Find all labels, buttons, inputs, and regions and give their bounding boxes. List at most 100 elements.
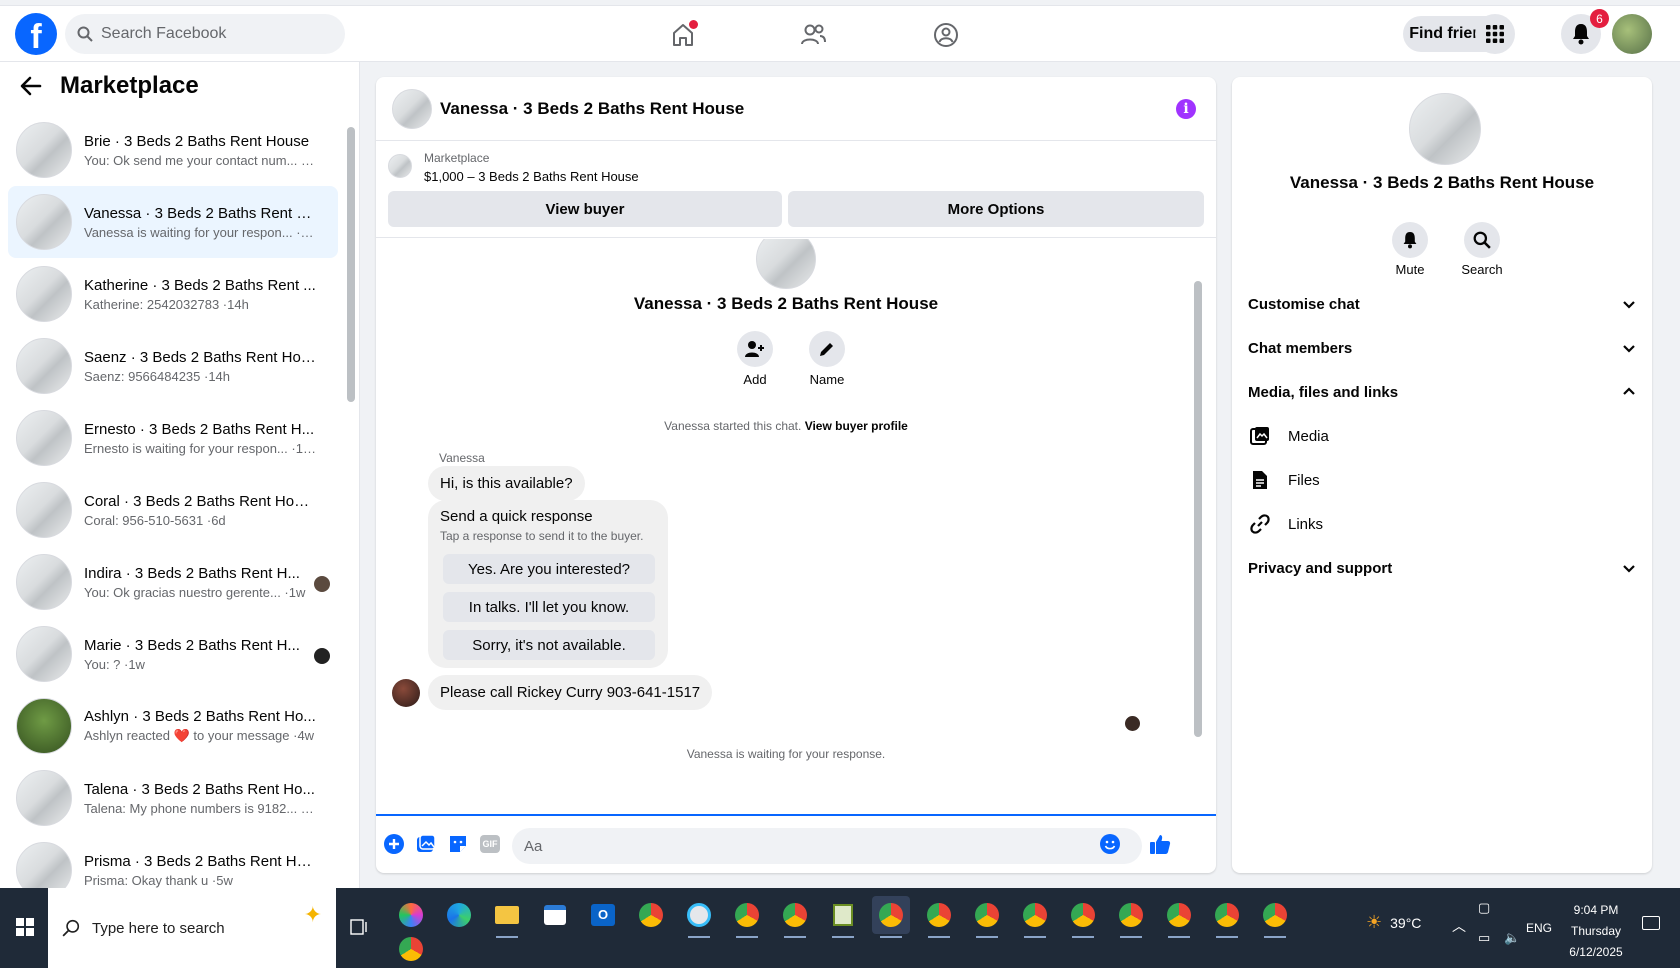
conversation-item[interactable]: Indira · 3 Beds 2 Baths Rent H... You: Ok… [8,546,338,618]
chat-listing-thumbnail[interactable] [392,89,432,129]
chrome-profile-icon[interactable] [968,896,1006,938]
chrome-profile-icon[interactable] [1016,896,1054,938]
conversation-preview: You: Ok send me your contact num... ·1h [84,152,316,168]
chrome-profile-icon[interactable] [920,896,958,938]
conversation-item[interactable]: Talena · 3 Beds 2 Baths Rent Ho... Talena… [8,762,338,834]
taskbar-search-box[interactable]: Type here to search ✦ [48,888,336,968]
mute-button[interactable] [1392,222,1428,258]
chrome-profile-icon[interactable] [1064,896,1102,938]
network-icon[interactable]: ▭ [1478,930,1490,946]
windows-start-icon[interactable] [16,918,34,936]
account-avatar[interactable] [1612,14,1652,54]
chrome-profile-icon[interactable] [1256,896,1294,938]
groups-nav-icon[interactable] [929,18,963,52]
customise-chat-section[interactable]: Customise chat [1248,284,1636,324]
privacy-support-section[interactable]: Privacy and support [1248,548,1636,588]
edge-browser-icon[interactable] [440,896,478,934]
search-facebook-box[interactable]: Search Facebook [65,14,345,54]
copilot-icon[interactable] [392,896,430,934]
listing-source: Marketplace [424,151,490,165]
volume-icon[interactable]: 🔈 [1504,930,1520,946]
add-member-button[interactable] [737,331,773,367]
file-explorer-icon[interactable] [488,896,526,938]
conversation-item[interactable]: Saenz · 3 Beds 2 Baths Rent Hou... Saenz:… [8,330,338,402]
facebook-logo[interactable]: f [15,13,57,55]
search-label: Search [1461,262,1503,277]
search-conversation-button[interactable] [1464,222,1500,258]
chrome-profile-icon[interactable] [728,896,766,938]
friends-nav-icon[interactable] [796,18,830,52]
info-icon[interactable]: i [1176,99,1196,119]
notification-center-icon[interactable] [1642,916,1660,930]
chat-profile-thumbnail [756,239,816,289]
taskbar-clock[interactable]: 9:04 PM Thursday 6/12/2025 [1560,900,1632,963]
chrome-profile-icon[interactable] [1112,896,1150,938]
more-options-button[interactable]: More Options [788,191,1204,227]
sidebar-scrollbar[interactable] [347,127,355,402]
conversation-item[interactable]: Coral · 3 Beds 2 Baths Rent House Coral: … [8,474,338,546]
conversation-list: Brie · 3 Beds 2 Baths Rent House You: Ok … [8,114,338,906]
conversation-item[interactable]: Marie · 3 Beds 2 Baths Rent H... You: ? ·… [8,618,338,690]
gif-icon[interactable]: GIF [478,832,502,856]
media-icon [1248,424,1272,448]
sidebar-header: Marketplace [20,72,199,100]
view-buyer-profile-link[interactable]: View buyer profile [805,419,908,433]
message-input[interactable] [512,828,1142,864]
chrome-profile-icon[interactable] [392,930,430,968]
conversation-item[interactable]: Katherine · 3 Beds 2 Baths Rent ... Kathe… [8,258,338,330]
conversation-name: Ernesto · 3 Beds 2 Baths Rent H... [84,420,315,438]
sticker-icon[interactable] [446,832,470,856]
chrome-profile-icon-active[interactable] [872,896,910,938]
plus-icon[interactable] [382,832,406,856]
conversation-item[interactable]: Brie · 3 Beds 2 Baths Rent House You: Ok … [8,114,338,186]
view-buyer-button[interactable]: View buyer [388,191,782,227]
chat-title[interactable]: Vanessa · 3 Beds 2 Baths Rent House [440,99,744,119]
chrome-profile-icon[interactable] [1160,896,1198,938]
input-language[interactable]: ENG [1526,921,1552,935]
media-files-links-section[interactable]: Media, files and links [1248,372,1636,412]
back-arrow-icon[interactable] [20,75,42,97]
show-hidden-icons-chevron[interactable]: ︿ [1452,916,1466,936]
conversation-item[interactable]: Ernesto · 3 Beds 2 Baths Rent H... Ernest… [8,402,338,474]
spreadsheet-app-icon[interactable] [824,896,862,938]
message-bubble[interactable]: Please call Rickey Curry 903-641-1517 [428,675,713,710]
files-item[interactable]: Files [1248,460,1636,500]
microsoft-store-icon[interactable] [536,896,574,934]
conversation-name: Saenz · 3 Beds 2 Baths Rent Hou... [84,348,316,366]
conversation-preview: You: Ok gracias nuestro gerente... ·1w [84,584,306,600]
chrome-icon[interactable] [632,896,670,934]
chevron-down-icon [1623,345,1635,353]
like-thumb-icon[interactable] [1148,832,1172,856]
conversation-name: Indira · 3 Beds 2 Baths Rent H... [84,564,300,582]
photo-icon[interactable] [414,832,438,856]
home-nav-icon[interactable] [666,18,700,52]
weather-icon: ☀ [1366,912,1383,932]
seen-avatar [314,576,330,592]
paint-app-icon[interactable] [680,896,718,938]
top-navigation-bar: f Search Facebook Find friends 6 [0,5,1680,62]
listing-thumbnail [16,410,72,466]
weather-widget[interactable]: ☀ 39°C [1366,912,1421,933]
chat-scrollbar[interactable] [1194,281,1202,737]
edit-name-button[interactable] [809,331,845,367]
emoji-icon[interactable] [1098,832,1122,856]
media-item[interactable]: Media [1248,416,1636,456]
chat-members-section[interactable]: Chat members [1248,328,1636,368]
clock-date: 6/12/2025 [1569,945,1623,959]
conversation-item-active[interactable]: Vanessa · 3 Beds 2 Baths Rent H... Vaness… [8,186,338,258]
links-item[interactable]: Links [1248,504,1636,544]
quick-reply-yes-button[interactable]: Yes. Are you interested? [443,554,655,584]
listing-price[interactable]: $1,000 – 3 Beds 2 Baths Rent House [424,169,639,184]
message-bubble-incoming[interactable]: Hi, is this available? [428,466,585,501]
task-view-icon[interactable] [340,908,378,946]
quick-reply-not-available-button[interactable]: Sorry, it's not available. [443,630,655,660]
quick-reply-in-talks-button[interactable]: In talks. I'll let you know. [443,592,655,622]
clock-day: Thursday [1570,924,1622,938]
listing-thumbnail [16,194,72,250]
outlook-icon[interactable]: O [584,896,622,934]
system-tray-icon[interactable]: ▢ [1478,900,1490,916]
menu-grid-button[interactable] [1475,14,1515,54]
chrome-profile-icon[interactable] [1208,896,1246,938]
conversation-item[interactable]: Ashlyn · 3 Beds 2 Baths Rent Ho... Ashlyn… [8,690,338,762]
chrome-profile-icon[interactable] [776,896,814,938]
